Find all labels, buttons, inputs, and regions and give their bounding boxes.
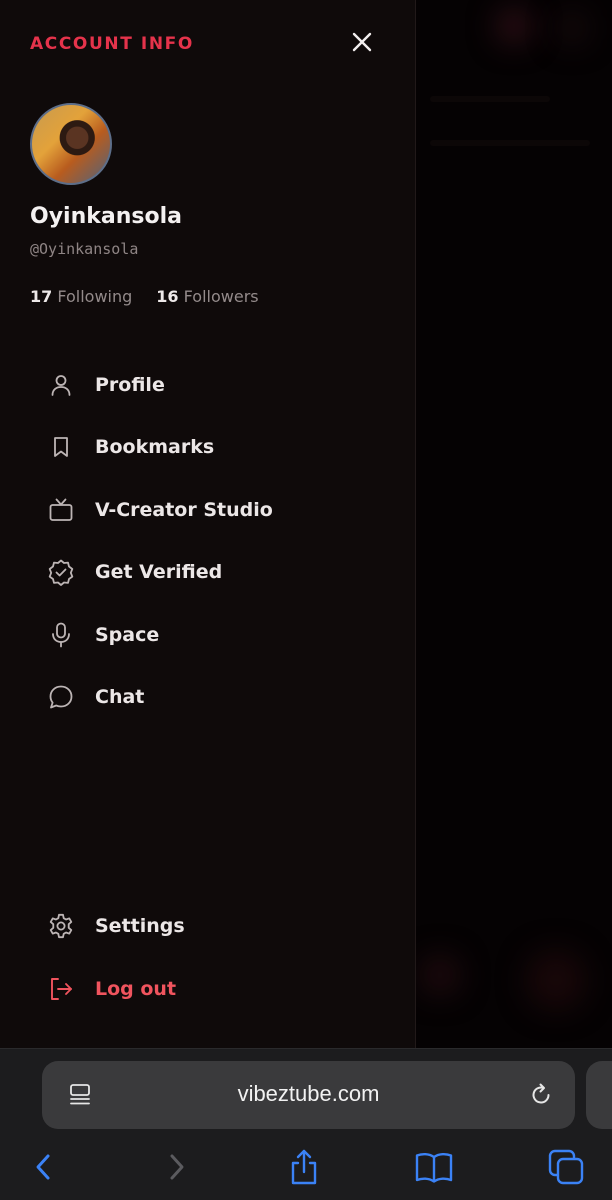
share-button[interactable] [284,1147,324,1187]
followers-count: 16 [156,287,179,306]
menu-item-get-verified[interactable]: Get Verified [46,552,386,592]
menu-label: Space [95,624,160,646]
menu-item-logout[interactable]: Log out [46,969,386,1009]
logout-icon [46,974,76,1004]
menu-item-settings[interactable]: Settings [46,906,386,946]
share-icon [291,1149,317,1185]
bookmarks-button[interactable] [414,1147,454,1187]
blurred-icon [556,12,588,44]
tabs-button[interactable] [546,1147,586,1187]
follow-stats: 17 Following 16 Followers [30,287,283,306]
url-text: vibeztube.com [237,1081,380,1106]
person-icon [46,370,76,400]
menu-label: Log out [95,978,177,1000]
next-tab-preview[interactable] [586,1061,612,1129]
menu-label: V-Creator Studio [95,499,273,521]
microphone-icon [46,620,76,650]
close-icon [352,32,372,52]
following-count: 17 [30,287,53,306]
user-handle: @Oyinkansola [30,240,139,258]
address-bar[interactable]: vibeztube.com [42,1061,575,1129]
menu-item-space[interactable]: Space [46,615,386,655]
forward-button[interactable] [156,1147,196,1187]
avatar[interactable] [30,103,112,185]
gear-icon [46,911,76,941]
followers-stat[interactable]: 16 Followers [156,287,258,306]
chevron-right-icon [170,1154,184,1180]
bookmark-icon [46,432,76,462]
page-backdrop[interactable] [416,0,612,1048]
following-stat[interactable]: 17 Following [30,287,132,306]
user-name: Oyinkansola [30,204,182,229]
reload-button[interactable] [526,1080,556,1110]
chevron-left-icon [36,1154,50,1180]
menu-label: Profile [95,374,165,396]
blurred-button [526,950,586,1010]
blurred-text [430,140,590,146]
menu-item-profile[interactable]: Profile [46,365,386,405]
drawer-title: ACCOUNT INFO [30,34,194,54]
menu-item-chat[interactable]: Chat [46,677,386,717]
menu-label: Bookmarks [95,436,215,458]
menu-item-creator-studio[interactable]: V-Creator Studio [46,490,386,530]
back-button[interactable] [24,1147,64,1187]
tv-icon [46,495,76,525]
chat-bubble-icon [46,682,76,712]
menu-label: Settings [95,915,185,937]
blurred-avatar [496,8,532,44]
verified-badge-icon [46,557,76,587]
blurred-text [430,96,550,102]
menu-label: Get Verified [95,561,223,583]
blurred-icon [420,955,460,995]
menu-item-bookmarks[interactable]: Bookmarks [46,427,386,467]
reload-icon [532,1083,550,1104]
account-drawer: ACCOUNT INFO Oyinkansola @Oyinkansola 17… [0,0,416,1048]
menu-label: Chat [95,686,145,708]
close-button[interactable] [348,28,376,56]
followers-label: Followers [183,287,259,306]
browser-toolbar: vibeztube.com [0,1048,612,1200]
tabs-icon [548,1149,584,1185]
following-label: Following [57,287,133,306]
open-book-icon [415,1152,453,1183]
screen: ACCOUNT INFO Oyinkansola @Oyinkansola 17… [0,0,612,1200]
